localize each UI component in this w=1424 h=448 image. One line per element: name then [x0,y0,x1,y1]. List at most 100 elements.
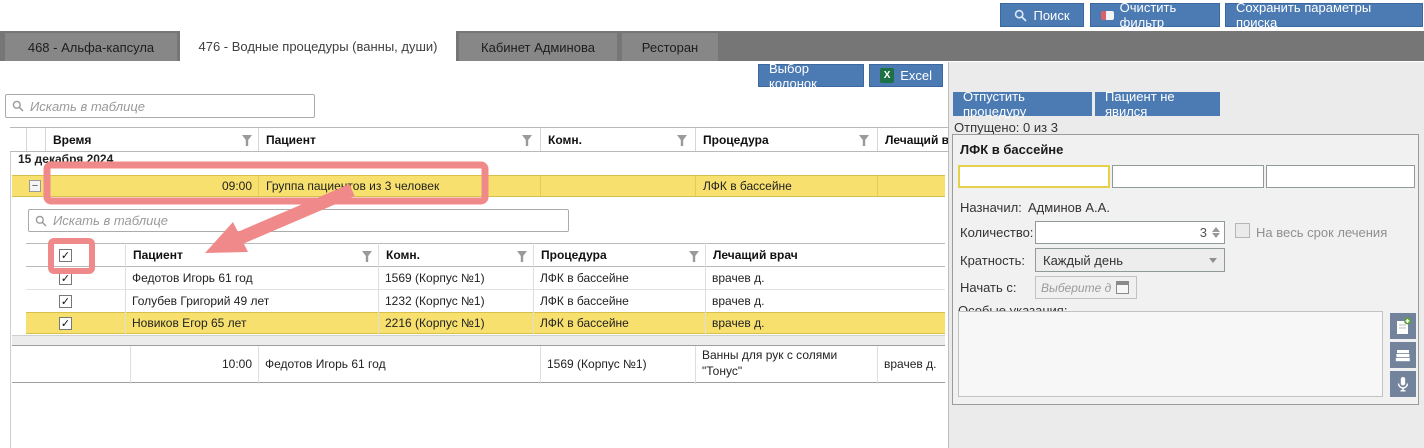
column-header-patient[interactable]: Пациент [125,244,378,266]
save-search-params-button[interactable]: Сохранить параметры поиска [1225,3,1423,27]
release-input-3[interactable] [1266,165,1415,188]
tab-strip: 468 - Альфа-капсула 476 - Водные процеду… [0,31,1424,61]
column-divider [533,243,534,334]
row-checkbox-cell [26,290,125,312]
cell-procedure: ЛФК в бассейне [533,313,705,333]
cell-doctor: врачев д. [705,290,945,312]
collapse-cell: − [22,176,44,196]
column-divider [378,243,379,334]
document-plus-icon [1394,317,1412,335]
group-date-label: 15 декабря 2024 [18,152,113,166]
quantity-value: 3 [1200,225,1207,240]
chevron-down-icon [1209,258,1217,263]
voice-input-button[interactable] [1390,371,1416,397]
detail-search-box [28,209,569,232]
cell-room: 2216 (Корпус №1) [378,313,533,333]
app-window: Поиск Очистить фильтр Сохранить параметр… [0,0,1424,448]
column-header-label: Пациент [133,248,183,262]
column-header-label: Пациент [266,133,316,147]
row-checkbox[interactable] [59,317,72,330]
procedure-details-box: ЛФК в бассейне Назначил: Админов А.А. Ко… [952,134,1419,405]
inner-table-header: Пациент Комн. Процедура Лечащий врач [26,243,945,267]
detail-search-input[interactable] [53,213,562,228]
search-icon [12,100,24,112]
quantity-label: Количество: [960,225,1033,240]
tab-restoran[interactable]: Ресторан [622,33,718,61]
table-search-box [5,94,315,118]
full-term-checkbox[interactable] [1235,223,1250,238]
save-search-params-label: Сохранить параметры поиска [1236,0,1412,30]
tab-label: 468 - Альфа-капсула [28,40,154,55]
group-row[interactable]: − 09:00 Группа пациентов из 3 человек ЛФ… [12,175,945,197]
column-header-procedure[interactable]: Процедура [533,244,705,266]
tab-label: 476 - Водные процедуры (ванны, души) [198,39,437,54]
table-search-input[interactable] [30,99,308,114]
row-checkbox[interactable] [59,295,72,308]
cell-patient: Федотов Игорь 61 год [125,267,378,289]
excel-icon: X [880,68,894,83]
notes-textarea[interactable] [958,311,1383,397]
tab-alfa-kapsula[interactable]: 468 - Альфа-капсула [5,33,177,61]
quantity-stepper[interactable]: 3 [1035,221,1225,244]
outer-table-header: Время Пациент Комн. Процедура Лечащий вр… [10,127,948,152]
release-input-2[interactable] [1112,165,1264,188]
patient-no-show-button[interactable]: Пациент не явился [1095,92,1220,116]
search-button[interactable]: Поиск [1000,3,1084,27]
group-row-procedure: ЛФК в бассейне [695,176,877,196]
cell-patient: Новиков Егор 65 лет [125,313,378,333]
row-checkbox[interactable] [59,272,72,285]
templates-button[interactable] [1390,342,1416,368]
column-header-label: Процедура [703,133,769,147]
column-header-doctor[interactable]: Лечащий врач [877,128,948,151]
release-input-1[interactable] [958,165,1110,188]
detail-row-selected[interactable]: Новиков Егор 65 лет 2216 (Корпус №1) ЛФК… [26,312,945,334]
column-header-procedure[interactable]: Процедура [695,128,875,151]
detail-row[interactable]: Федотов Игорь 61 год 1569 (Корпус №1) ЛФ… [26,267,945,289]
frequency-select[interactable]: Каждый день [1035,248,1225,272]
group-row-patient: Группа пациентов из 3 человек [258,176,540,196]
column-header-label: Комн. [548,133,582,147]
select-all-checkbox[interactable] [59,249,72,262]
cell-doctor: врачев д. [877,346,945,382]
column-header-time[interactable]: Время [45,128,258,151]
excel-export-button[interactable]: X Excel [869,64,943,87]
table-row[interactable]: 10:00 Федотов Игорь 61 год 1569 (Корпус … [12,345,945,383]
cell-procedure: Ванны для рук с солями "Тонус" [695,346,877,382]
column-header-doctor[interactable]: Лечащий врач [705,244,945,266]
detail-footer-band [12,335,945,345]
collapse-icon[interactable]: − [29,180,41,192]
add-document-button[interactable] [1390,313,1416,339]
tab-kabinet-adminova[interactable]: Кабинет Админова [459,33,617,61]
detail-row[interactable]: Голубев Григорий 49 лет 1232 (Корпус №1)… [26,290,945,312]
group-row-doctor [877,176,945,196]
stacked-pages-icon [1394,346,1412,364]
spinner-arrows-icon[interactable] [1212,227,1220,238]
microphone-icon [1394,375,1412,393]
calendar-icon[interactable] [1116,281,1129,294]
eraser-icon [1101,11,1114,20]
cell-room: 1569 (Корпус №1) [540,346,695,382]
group-row-room [540,176,695,196]
column-header-room[interactable]: Комн. [540,128,693,151]
tab-vodnye-procedury[interactable]: 476 - Водные процедуры (ванны, души) [180,31,456,61]
search-icon [1014,9,1027,22]
column-header-label: Лечащий врач [885,133,948,147]
frequency-label: Кратность: [960,253,1025,268]
column-header-room[interactable]: Комн. [378,244,533,266]
header-expand-cell [26,128,45,151]
cell-time: 10:00 [130,346,258,382]
start-date-picker[interactable]: Выберите д [1035,276,1137,299]
release-procedure-button[interactable]: Отпустить процедуру [953,92,1092,116]
column-header-patient[interactable]: Пациент [258,128,538,151]
column-header-label: Время [53,133,91,147]
clear-filter-button[interactable]: Очистить фильтр [1090,3,1220,27]
header-indicator-cell [10,128,26,151]
cell-room: 1569 (Корпус №1) [378,267,533,289]
cell-doctor: врачев д. [705,267,945,289]
cell-room: 1232 (Корпус №1) [378,290,533,312]
choose-columns-label: Выбор колонок [769,61,853,91]
patient-no-show-label: Пациент не явился [1105,89,1210,119]
assigned-label: Назначил: [960,200,1022,215]
choose-columns-button[interactable]: Выбор колонок [758,64,864,87]
tab-label: Ресторан [642,40,699,55]
